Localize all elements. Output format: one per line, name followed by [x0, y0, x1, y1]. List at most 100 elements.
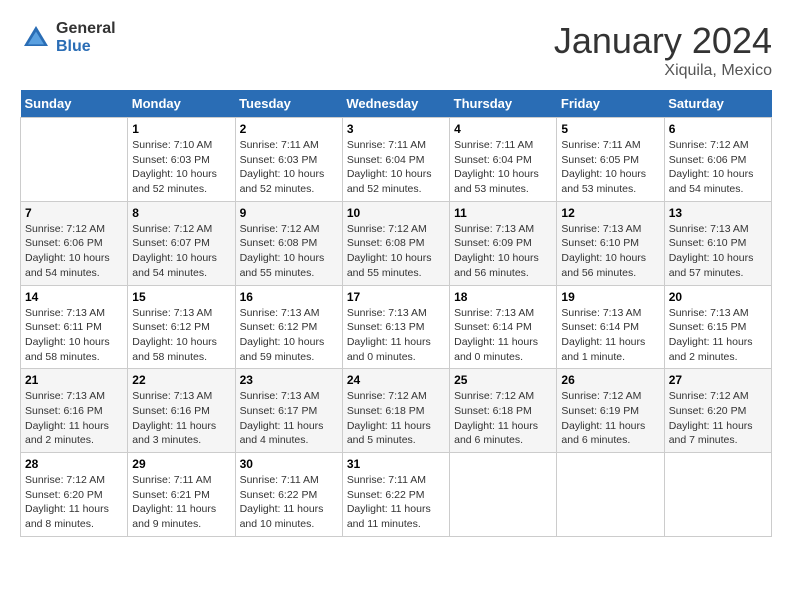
calendar-cell: 9 Sunrise: 7:12 AMSunset: 6:08 PMDaylight… [235, 201, 342, 285]
logo: General Blue [20, 20, 116, 56]
day-number: 3 [347, 122, 445, 136]
calendar-week-3: 14Sunrise: 7:13 AMSunset: 6:11 PMDayligh… [21, 285, 772, 369]
calendar-week-1: 1 Sunrise: 7:10 AMSunset: 6:03 PMDaylight… [21, 118, 772, 202]
calendar-cell: 6Sunrise: 7:12 AMSunset: 6:06 PMDaylight… [664, 118, 771, 202]
calendar-cell: 3 Sunrise: 7:11 AMSunset: 6:04 PMDaylight… [342, 118, 449, 202]
weekday-header-thursday: Thursday [450, 90, 557, 118]
weekday-header-tuesday: Tuesday [235, 90, 342, 118]
calendar-cell: 19 Sunrise: 7:13 AMSunset: 6:14 PMDayligh… [557, 285, 664, 369]
day-info: Sunrise: 7:11 AMSunset: 6:03 PMDaylight:… [240, 138, 338, 197]
main-title: January 2024 [554, 20, 772, 62]
calendar-week-5: 28 Sunrise: 7:12 AMSunset: 6:20 PMDayligh… [21, 453, 772, 537]
calendar-cell: 12 Sunrise: 7:13 AMSunset: 6:10 PMDayligh… [557, 201, 664, 285]
day-number: 16 [240, 290, 338, 304]
day-number: 18 [454, 290, 552, 304]
day-info: Sunrise: 7:12 AMSunset: 6:08 PMDaylight:… [347, 222, 445, 281]
day-info: Sunrise: 7:12 AMSunset: 6:06 PMDaylight:… [25, 222, 123, 281]
day-info: Sunrise: 7:10 AMSunset: 6:03 PMDaylight:… [132, 138, 230, 197]
day-info: Sunrise: 7:11 AMSunset: 6:04 PMDaylight:… [347, 138, 445, 197]
day-number: 12 [561, 206, 659, 220]
calendar-cell: 27 Sunrise: 7:12 AMSunset: 6:20 PMDayligh… [664, 369, 771, 453]
calendar-cell: 10 Sunrise: 7:12 AMSunset: 6:08 PMDayligh… [342, 201, 449, 285]
day-number: 20 [669, 290, 767, 304]
day-number: 28 [25, 457, 123, 471]
calendar-cell [21, 118, 128, 202]
day-info: Sunrise: 7:12 AMSunset: 6:08 PMDaylight:… [240, 222, 338, 281]
day-info: Sunrise: 7:12 AMSunset: 6:20 PMDaylight:… [669, 389, 767, 448]
day-info: Sunrise: 7:12 AMSunset: 6:19 PMDaylight:… [561, 389, 659, 448]
day-info: Sunrise: 7:13 AMSunset: 6:17 PMDaylight:… [240, 389, 338, 448]
calendar-cell: 8 Sunrise: 7:12 AMSunset: 6:07 PMDaylight… [128, 201, 235, 285]
calendar-cell: 15 Sunrise: 7:13 AMSunset: 6:12 PMDayligh… [128, 285, 235, 369]
day-number: 27 [669, 373, 767, 387]
day-number: 26 [561, 373, 659, 387]
day-info: Sunrise: 7:13 AMSunset: 6:14 PMDaylight:… [454, 306, 552, 365]
day-info: Sunrise: 7:12 AMSunset: 6:18 PMDaylight:… [347, 389, 445, 448]
calendar-cell: 28 Sunrise: 7:12 AMSunset: 6:20 PMDayligh… [21, 453, 128, 537]
subtitle: Xiquila, Mexico [554, 62, 772, 80]
day-number: 9 [240, 206, 338, 220]
logo-line1: General [56, 20, 116, 38]
day-number: 1 [132, 122, 230, 136]
calendar-cell: 5Sunrise: 7:11 AMSunset: 6:05 PMDaylight… [557, 118, 664, 202]
calendar-cell: 30 Sunrise: 7:11 AMSunset: 6:22 PMDayligh… [235, 453, 342, 537]
day-info: Sunrise: 7:12 AMSunset: 6:20 PMDaylight:… [25, 473, 123, 532]
title-block: January 2024 Xiquila, Mexico [554, 20, 772, 80]
day-info: Sunrise: 7:13 AMSunset: 6:14 PMDaylight:… [561, 306, 659, 365]
calendar-cell [450, 453, 557, 537]
day-number: 4 [454, 122, 552, 136]
calendar-week-2: 7 Sunrise: 7:12 AMSunset: 6:06 PMDaylight… [21, 201, 772, 285]
weekday-header-saturday: Saturday [664, 90, 771, 118]
day-number: 24 [347, 373, 445, 387]
calendar-cell: 16 Sunrise: 7:13 AMSunset: 6:12 PMDayligh… [235, 285, 342, 369]
day-number: 22 [132, 373, 230, 387]
day-number: 19 [561, 290, 659, 304]
weekday-header-row: SundayMondayTuesdayWednesdayThursdayFrid… [21, 90, 772, 118]
day-number: 11 [454, 206, 552, 220]
calendar-cell: 1 Sunrise: 7:10 AMSunset: 6:03 PMDaylight… [128, 118, 235, 202]
day-info: Sunrise: 7:11 AMSunset: 6:22 PMDaylight:… [240, 473, 338, 532]
calendar-cell: 31 Sunrise: 7:11 AMSunset: 6:22 PMDayligh… [342, 453, 449, 537]
day-info: Sunrise: 7:13 AMSunset: 6:12 PMDaylight:… [240, 306, 338, 365]
day-number: 10 [347, 206, 445, 220]
day-number: 25 [454, 373, 552, 387]
day-number: 8 [132, 206, 230, 220]
logo-text: General Blue [56, 20, 116, 56]
day-info: Sunrise: 7:12 AMSunset: 6:07 PMDaylight:… [132, 222, 230, 281]
day-number: 7 [25, 206, 123, 220]
day-info: Sunrise: 7:13 AMSunset: 6:09 PMDaylight:… [454, 222, 552, 281]
day-info: Sunrise: 7:13 AMSunset: 6:15 PMDaylight:… [669, 306, 767, 365]
day-info: Sunrise: 7:13 AMSunset: 6:16 PMDaylight:… [132, 389, 230, 448]
day-info: Sunrise: 7:11 AMSunset: 6:22 PMDaylight:… [347, 473, 445, 532]
day-number: 2 [240, 122, 338, 136]
calendar-body: 1 Sunrise: 7:10 AMSunset: 6:03 PMDaylight… [21, 118, 772, 537]
logo-line2: Blue [56, 38, 116, 56]
day-info: Sunrise: 7:13 AMSunset: 6:11 PMDaylight:… [25, 306, 123, 365]
day-info: Sunrise: 7:13 AMSunset: 6:13 PMDaylight:… [347, 306, 445, 365]
day-info: Sunrise: 7:13 AMSunset: 6:12 PMDaylight:… [132, 306, 230, 365]
day-info: Sunrise: 7:13 AMSunset: 6:16 PMDaylight:… [25, 389, 123, 448]
calendar-cell: 18 Sunrise: 7:13 AMSunset: 6:14 PMDayligh… [450, 285, 557, 369]
day-number: 5 [561, 122, 659, 136]
day-number: 29 [132, 457, 230, 471]
calendar-cell: 11 Sunrise: 7:13 AMSunset: 6:09 PMDayligh… [450, 201, 557, 285]
day-info: Sunrise: 7:11 AMSunset: 6:21 PMDaylight:… [132, 473, 230, 532]
calendar-cell [664, 453, 771, 537]
day-number: 30 [240, 457, 338, 471]
day-info: Sunrise: 7:13 AMSunset: 6:10 PMDaylight:… [561, 222, 659, 281]
calendar-cell: 25 Sunrise: 7:12 AMSunset: 6:18 PMDayligh… [450, 369, 557, 453]
day-info: Sunrise: 7:11 AMSunset: 6:04 PMDaylight:… [454, 138, 552, 197]
day-number: 23 [240, 373, 338, 387]
calendar-cell: 21Sunrise: 7:13 AMSunset: 6:16 PMDayligh… [21, 369, 128, 453]
day-number: 15 [132, 290, 230, 304]
calendar-cell: 17 Sunrise: 7:13 AMSunset: 6:13 PMDayligh… [342, 285, 449, 369]
weekday-header-wednesday: Wednesday [342, 90, 449, 118]
day-info: Sunrise: 7:12 AMSunset: 6:18 PMDaylight:… [454, 389, 552, 448]
weekday-header-sunday: Sunday [21, 90, 128, 118]
day-number: 31 [347, 457, 445, 471]
day-number: 6 [669, 122, 767, 136]
day-number: 17 [347, 290, 445, 304]
calendar-header: SundayMondayTuesdayWednesdayThursdayFrid… [21, 90, 772, 118]
calendar-table: SundayMondayTuesdayWednesdayThursdayFrid… [20, 90, 772, 537]
calendar-week-4: 21Sunrise: 7:13 AMSunset: 6:16 PMDayligh… [21, 369, 772, 453]
